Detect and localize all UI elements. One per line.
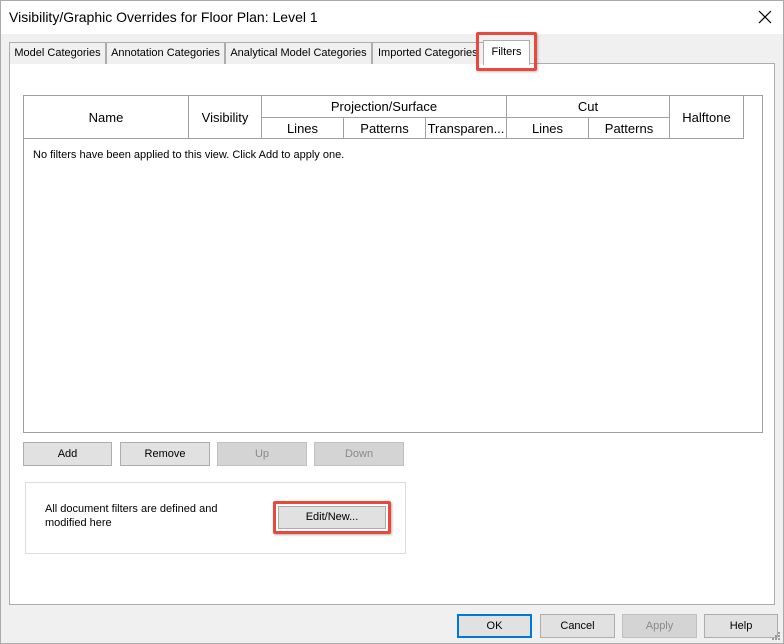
close-icon <box>758 10 772 24</box>
apply-button[interactable]: Apply <box>622 614 697 638</box>
header-projection-transparency[interactable]: Transparen... <box>426 118 507 139</box>
header-cut[interactable]: Cut <box>507 96 670 118</box>
header-cut-lines[interactable]: Lines <box>507 118 589 139</box>
resize-grip-icon[interactable] <box>771 631 781 641</box>
header-name[interactable]: Name <box>24 96 189 139</box>
filters-grid[interactable]: Name Visibility Projection/Surface Lines… <box>23 95 763 433</box>
empty-grid-message: No filters have been applied to this vie… <box>33 149 345 161</box>
add-button[interactable]: Add <box>23 442 112 466</box>
title-bar: Visibility/Graphic Overrides for Floor P… <box>1 1 783 34</box>
remove-button[interactable]: Remove <box>120 442 210 466</box>
tab-filters[interactable]: Filters <box>483 40 530 65</box>
filters-definition-text: All document filters are defined and mod… <box>45 503 218 529</box>
header-halftone[interactable]: Halftone <box>670 96 744 139</box>
tab-imported-categories[interactable]: Imported Categories <box>372 42 486 64</box>
header-cut-patterns[interactable]: Patterns <box>589 118 670 139</box>
tab-analytical-model-categories[interactable]: Analytical Model Categories <box>225 42 372 64</box>
tab-annotation-categories[interactable]: Annotation Categories <box>106 42 225 64</box>
dialog-window: Visibility/Graphic Overrides for Floor P… <box>0 0 784 644</box>
header-projection-lines[interactable]: Lines <box>262 118 344 139</box>
tab-model-categories[interactable]: Model Categories <box>9 42 106 64</box>
ok-button[interactable]: OK <box>457 614 532 638</box>
down-button[interactable]: Down <box>314 442 404 466</box>
header-projection-patterns[interactable]: Patterns <box>344 118 426 139</box>
header-visibility[interactable]: Visibility <box>189 96 262 139</box>
help-button[interactable]: Help <box>704 614 778 638</box>
up-button[interactable]: Up <box>217 442 307 466</box>
edit-new-button[interactable]: Edit/New... <box>278 506 386 529</box>
cancel-button[interactable]: Cancel <box>540 614 615 638</box>
close-button[interactable] <box>751 5 779 29</box>
dialog-title: Visibility/Graphic Overrides for Floor P… <box>9 9 318 25</box>
header-projection-surface[interactable]: Projection/Surface <box>262 96 507 118</box>
